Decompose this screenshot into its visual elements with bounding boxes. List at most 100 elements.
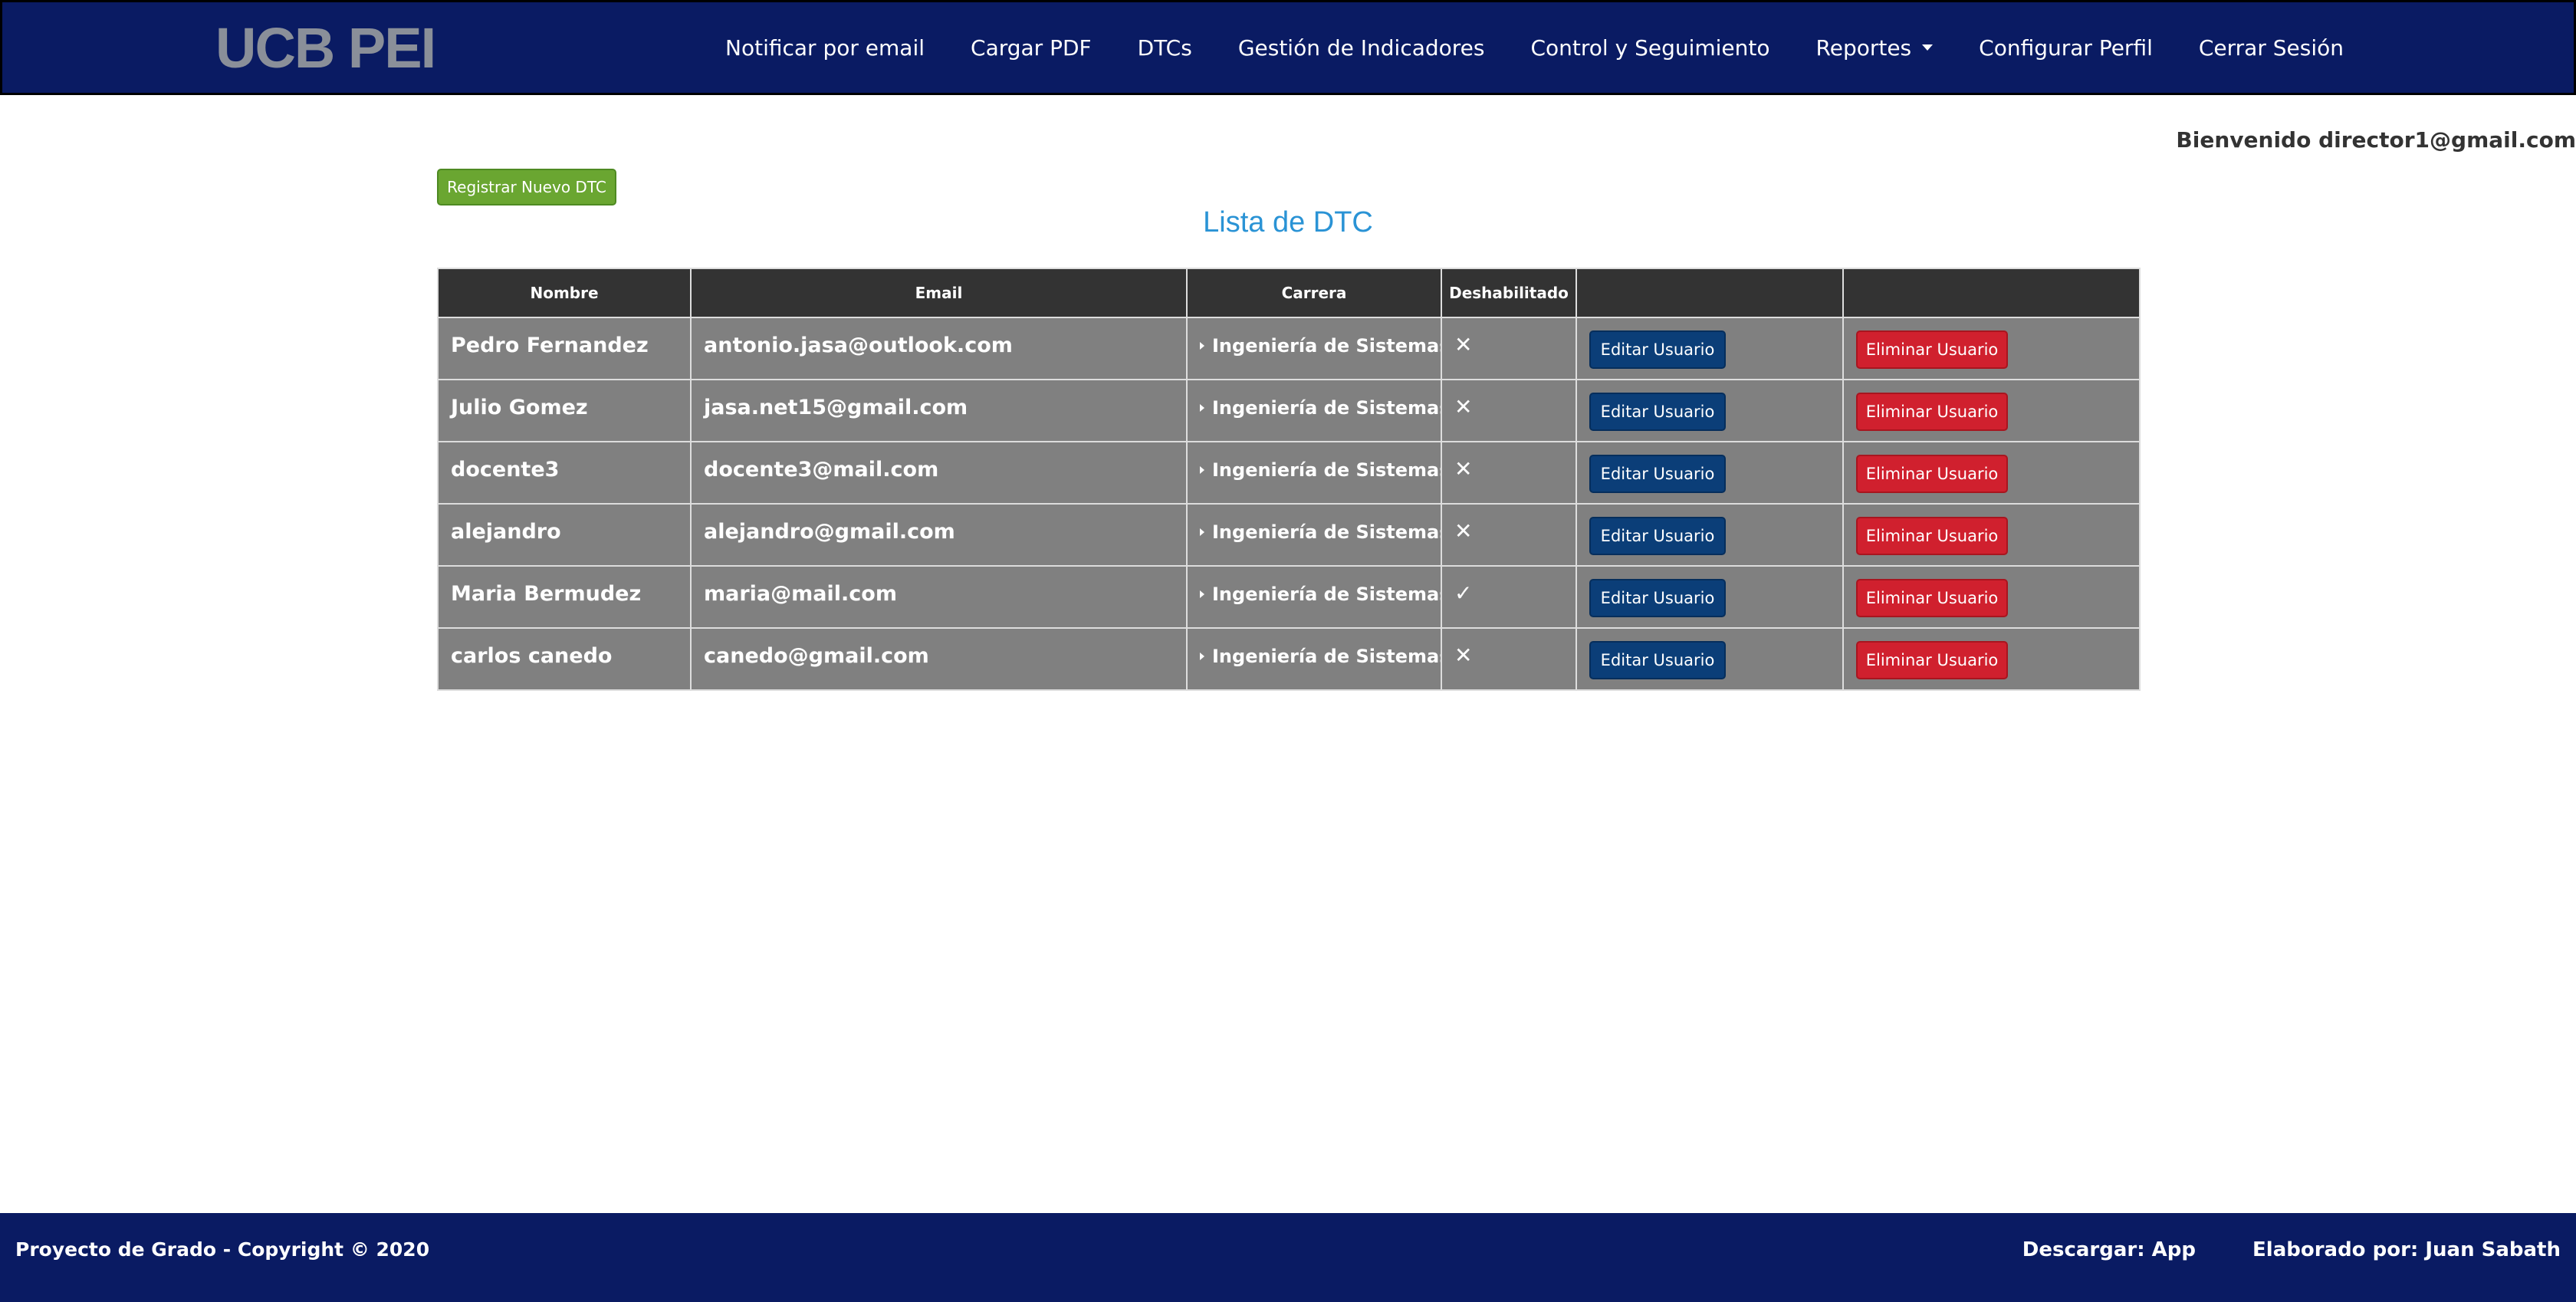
email-text: maria@mail.com (704, 582, 897, 606)
nombre-text: Pedro Fernandez (451, 334, 649, 357)
edit-user-button[interactable]: Editar Usuario (1589, 393, 1726, 431)
nav-link-notificar-email[interactable]: Notificar por email (702, 35, 948, 61)
caret-down-icon (1922, 44, 1934, 51)
footer-right: Descargar: App Elaborado por: Juan Sabat… (2022, 1213, 2561, 1287)
edit-user-button[interactable]: Editar Usuario (1589, 517, 1726, 555)
cell-deshabilitado: ✕ (1441, 441, 1577, 505)
delete-user-button[interactable]: Eliminar Usuario (1856, 517, 2008, 555)
nombre-text: Maria Bermudez (451, 582, 642, 606)
cell-email: canedo@gmail.com (690, 627, 1188, 691)
edit-user-button[interactable]: Editar Usuario (1589, 641, 1726, 679)
nav-link-control-seguimiento[interactable]: Control y Seguimiento (1507, 35, 1792, 61)
delete-user-button[interactable]: Eliminar Usuario (1856, 330, 2008, 369)
email-text: canedo@gmail.com (704, 644, 929, 668)
cell-edit: Editar Usuario (1576, 627, 1844, 691)
nav-dropdown-reportes[interactable]: Reportes (1793, 35, 1957, 61)
header-deshabilitado: Deshabilitado (1441, 268, 1577, 318)
carrera-text: Ingeniería de Sistemas (1212, 335, 1441, 357)
cross-icon: ✕ (1454, 394, 1473, 419)
footer: Proyecto de Grado - Copyright © 2020 Des… (0, 1213, 2576, 1302)
footer-copyright: Proyecto de Grado - Copyright © 2020 (15, 1238, 430, 1261)
carrera-text: Ingeniería de Sistemas (1212, 646, 1441, 667)
email-text: docente3@mail.com (704, 458, 939, 482)
footer-author: Elaborado por: Juan Sabath (2252, 1238, 2561, 1261)
bullet-icon (1200, 466, 1204, 474)
cell-email: jasa.net15@gmail.com (690, 379, 1188, 442)
cell-nombre: alejandro (437, 503, 692, 567)
header-nombre: Nombre (437, 268, 692, 318)
register-new-dtc-button[interactable]: Registrar Nuevo DTC (437, 169, 616, 205)
cell-email: maria@mail.com (690, 565, 1188, 629)
nav-link-cargar-pdf[interactable]: Cargar PDF (948, 35, 1115, 61)
header-carrera: Carrera (1186, 268, 1442, 318)
carrera-text: Ingeniería de Sistemas (1212, 397, 1441, 419)
nav-link-gestion-indicadores[interactable]: Gestión de Indicadores (1215, 35, 1508, 61)
table-row: carlos canedo canedo@gmail.com Ingenierí… (437, 627, 2141, 691)
cross-icon: ✕ (1454, 456, 1473, 482)
cell-delete: Eliminar Usuario (1842, 627, 2141, 691)
table-row: Pedro Fernandez antonio.jasa@outlook.com… (437, 317, 2141, 380)
header-email: Email (690, 268, 1188, 318)
email-text: antonio.jasa@outlook.com (704, 334, 1013, 357)
cell-edit: Editar Usuario (1576, 441, 1844, 505)
cell-nombre: docente3 (437, 441, 692, 505)
cell-carrera: Ingeniería de Sistemas (1186, 627, 1442, 691)
dtc-table: Nombre Email Carrera Deshabilitado Pedro… (437, 268, 2141, 691)
cell-edit: Editar Usuario (1576, 503, 1844, 567)
carrera-text: Ingeniería de Sistemas (1212, 521, 1441, 543)
cell-email: alejandro@gmail.com (690, 503, 1188, 567)
header-edit-column (1576, 268, 1844, 318)
footer-download-app-link[interactable]: Descargar: App (2022, 1213, 2196, 1287)
edit-user-button[interactable]: Editar Usuario (1589, 455, 1726, 493)
delete-user-button[interactable]: Eliminar Usuario (1856, 455, 2008, 493)
bullet-icon (1200, 342, 1204, 350)
cell-carrera: Ingeniería de Sistemas (1186, 441, 1442, 505)
delete-user-button[interactable]: Eliminar Usuario (1856, 641, 2008, 679)
delete-user-button[interactable]: Eliminar Usuario (1856, 579, 2008, 617)
cell-delete: Eliminar Usuario (1842, 565, 2141, 629)
cell-deshabilitado: ✓ (1441, 565, 1577, 629)
nav-link-dtcs[interactable]: DTCs (1115, 35, 1215, 61)
page-title: Lista de DTC (1203, 206, 1373, 238)
nombre-text: docente3 (451, 458, 560, 482)
header-delete-column (1842, 268, 2141, 318)
bullet-icon (1200, 404, 1204, 412)
cell-deshabilitado: ✕ (1441, 317, 1577, 380)
bullet-icon (1200, 528, 1204, 536)
cell-delete: Eliminar Usuario (1842, 441, 2141, 505)
table-row: docente3 docente3@mail.com Ingeniería de… (437, 441, 2141, 505)
nav-link-cerrar-sesion[interactable]: Cerrar Sesión (2176, 35, 2367, 61)
cell-carrera: Ingeniería de Sistemas (1186, 503, 1442, 567)
cell-carrera: Ingeniería de Sistemas (1186, 565, 1442, 629)
nav-link-configurar-perfil[interactable]: Configurar Perfil (1956, 35, 2176, 61)
cell-email: docente3@mail.com (690, 441, 1188, 505)
cell-nombre: Pedro Fernandez (437, 317, 692, 380)
carrera-text: Ingeniería de Sistemas (1212, 459, 1441, 481)
welcome-message: Bienvenido director1@gmail.com (2176, 127, 2576, 153)
cell-deshabilitado: ✕ (1441, 379, 1577, 442)
cell-email: antonio.jasa@outlook.com (690, 317, 1188, 380)
cross-icon: ✕ (1454, 518, 1473, 544)
cell-deshabilitado: ✕ (1441, 503, 1577, 567)
nav-links: Notificar por email Cargar PDF DTCs Gest… (702, 2, 2367, 93)
table-body: Pedro Fernandez antonio.jasa@outlook.com… (437, 317, 2141, 691)
nombre-text: Julio Gomez (451, 396, 588, 419)
cell-edit: Editar Usuario (1576, 317, 1844, 380)
table-row: Maria Bermudez maria@mail.com Ingeniería… (437, 565, 2141, 629)
cell-delete: Eliminar Usuario (1842, 379, 2141, 442)
cell-carrera: Ingeniería de Sistemas (1186, 379, 1442, 442)
cell-delete: Eliminar Usuario (1842, 317, 2141, 380)
delete-user-button[interactable]: Eliminar Usuario (1856, 393, 2008, 431)
edit-user-button[interactable]: Editar Usuario (1589, 330, 1726, 369)
table-row: alejandro alejandro@gmail.com Ingeniería… (437, 503, 2141, 567)
bullet-icon (1200, 653, 1204, 660)
nombre-text: carlos canedo (451, 644, 613, 668)
cell-nombre: Julio Gomez (437, 379, 692, 442)
cell-nombre: Maria Bermudez (437, 565, 692, 629)
email-text: jasa.net15@gmail.com (704, 396, 968, 419)
brand-logo[interactable]: UCB PEI (215, 17, 436, 80)
edit-user-button[interactable]: Editar Usuario (1589, 579, 1726, 617)
nav-dropdown-reportes-label: Reportes (1815, 35, 1912, 61)
check-icon: ✓ (1454, 580, 1473, 606)
cell-edit: Editar Usuario (1576, 565, 1844, 629)
